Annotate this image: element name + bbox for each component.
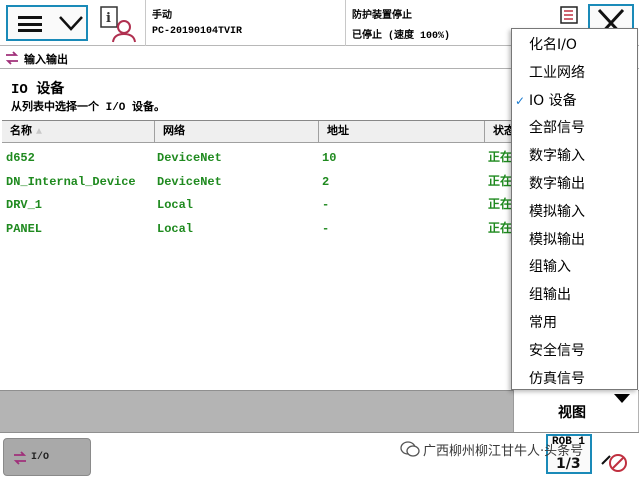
table-cell: PANEL [6,221,43,236]
sort-ascending-icon: ▲ [36,127,43,138]
table-cell: DeviceNet [157,151,222,165]
view-menu-item-label: IO 设备 [529,92,577,109]
view-menu-item[interactable]: 数字输入 [512,142,637,170]
view-menu-item[interactable]: 数字输出 [512,170,637,198]
event-log-icon[interactable] [560,6,578,24]
view-menu-item[interactable]: 模拟输出 [512,226,637,254]
table-cell: 2 [322,174,330,189]
io-icon [12,450,28,471]
view-menu-item[interactable]: 模拟输入 [512,198,637,226]
svg-text:i: i [106,11,111,26]
triangle-down-icon [614,394,630,403]
table-cell: Local [157,221,194,236]
header-divider [145,0,146,46]
view-dropdown-menu: 化名I/O 工业网络 ✓ IO 设备 全部信号 数字输入 数字输出 模拟输入 模拟输出 组输入 组输… [511,28,638,390]
table-cell: DeviceNet [157,174,222,189]
table-cell: - [322,198,330,212]
controller-state: 已停止 (速度 100%) [352,31,451,42]
table-cell: - [322,221,330,236]
view-title: IO 设备 [11,82,65,98]
view-menu-item-label: 组输入 [529,259,571,276]
view-menu-item[interactable]: 常用 [512,309,637,337]
view-menu-item-label: 工业网络 [529,64,585,81]
view-menu-button[interactable]: 视图 [513,390,638,432]
view-menu-item-label: 化名I/O [529,37,577,53]
check-icon: ✓ [515,93,526,108]
view-menu-item[interactable]: 化名I/O [512,31,637,59]
table-cell: Local [157,198,194,212]
controller-name: PC-20190104TVIR [152,26,243,37]
header-divider [345,0,346,46]
view-menu-item[interactable]: 全部信号 [512,114,637,142]
view-menu-item-label: 数字输入 [529,148,585,165]
view-menu-item[interactable]: 组输出 [512,281,637,309]
view-menu-item[interactable]: 组输入 [512,253,637,281]
column-header-address[interactable]: 地址 [318,121,484,143]
view-menu-item[interactable]: 工业网络 [512,59,637,87]
view-menu-item-label: 数字输出 [529,176,585,192]
speed-icon[interactable] [598,446,628,479]
table-cell: 10 [322,151,337,165]
view-menu-item-label: 模拟输入 [529,203,585,220]
view-menu-item-label: 全部信号 [529,120,585,137]
main-menu-button[interactable] [6,5,88,41]
table-cell: DRV_1 [6,198,43,212]
app-title: 输入输出 [24,55,68,67]
table-cell: DN_Internal_Device [6,174,136,189]
table-cell: d652 [6,151,35,165]
view-menu-item[interactable]: 安全信号 [512,337,637,365]
view-subtitle: 从列表中选择一个 I/O 设备。 [11,102,166,114]
watermark-text: 广西柳州柳江甘牛人·头条号 [423,444,584,459]
view-menu-item-label: 组输出 [529,287,571,304]
view-menu-item-label: 仿真信号 [529,370,585,387]
io-icon [4,50,20,71]
wechat-icon [400,440,420,463]
view-menu-item-label: 模拟输出 [529,231,585,248]
safety-status: 防护装置停止 [352,11,412,22]
view-menu-item[interactable]: 仿真信号 [512,365,637,393]
chevron-down-icon [58,12,84,39]
user-info-icon[interactable]: i [97,4,137,44]
column-header-network[interactable]: 网络 [154,121,318,143]
view-button-label: 视图 [558,406,586,422]
view-menu-item-label: 安全信号 [529,342,585,359]
task-io-label: I/O [31,452,50,463]
task-io-button[interactable]: I/O [3,438,91,476]
menu-icon [18,16,42,32]
operating-mode: 手动 [152,11,172,22]
column-header-name[interactable]: 名称 ▲ [2,121,154,143]
view-menu-item[interactable]: ✓ IO 设备 [512,87,637,115]
view-menu-item-label: 常用 [529,315,557,331]
